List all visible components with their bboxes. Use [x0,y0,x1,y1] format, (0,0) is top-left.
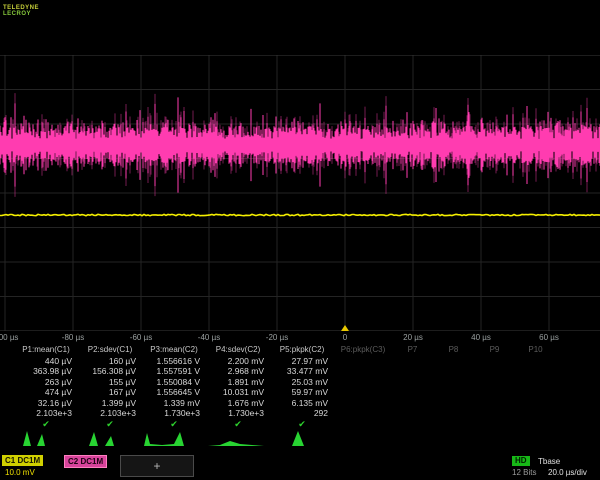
histogram-icon [80,432,136,446]
measure-cell: 1.676 mV [206,398,270,409]
time-label: -80 µs [62,333,84,342]
measure-header-p8[interactable]: P8 [433,345,474,356]
c1-trace-descriptor[interactable]: C1 DC1M [2,455,43,466]
histicon-p4[interactable] [206,429,270,449]
measure-header-p3[interactable]: P3:mean(C2) [142,345,206,356]
grid-lines [0,55,600,331]
measure-cell: 167 µV [78,387,142,398]
measure-cell: 1.730e+3 [142,408,206,419]
graticule [0,55,600,331]
add-trace-button[interactable]: + [120,455,194,477]
measure-cell: 2.103e+3 [14,408,78,419]
histicon-row [14,429,334,449]
time-label: 40 µs [471,333,491,342]
measure-header-p10[interactable]: P10 [515,345,556,356]
descriptor-bar: C1 DC1M 10.0 mV C2 DC1M + HD Tbase 12 Bi… [0,455,600,480]
measure-cell: 27.97 mV [270,356,334,367]
c1-waveform[interactable] [0,214,600,215]
measure-row-min: 263 µV 155 µV 1.550084 V 1.891 mV 25.03 … [0,377,600,388]
measurement-table: P1:mean(C1) P2:sdev(C1) P3:mean(C2) P4:s… [0,345,600,429]
status-check-icon: ✔ [78,419,142,430]
measure-row-value: 440 µV 160 µV 1.556616 V 2.200 mV 27.97 … [0,356,600,367]
timebase-descriptor[interactable]: Tbase [538,457,560,466]
histicon-p5[interactable] [270,429,334,449]
time-label: -60 µs [130,333,152,342]
trigger-time-marker-icon[interactable] [341,325,349,331]
measure-cell: 363.98 µV [14,366,78,377]
c2-waveform[interactable] [0,97,600,192]
measure-cell: 2.103e+3 [78,408,142,419]
measure-row-max: 474 µV 167 µV 1.556645 V 10.031 mV 59.97… [0,387,600,398]
histicon-p2[interactable] [78,429,142,449]
time-label: 60 µs [539,333,559,342]
measure-header-p9[interactable]: P9 [474,345,515,356]
graticule-area [0,55,600,331]
time-label: -100 µs [0,333,18,342]
measure-row-num: 2.103e+3 2.103e+3 1.730e+3 1.730e+3 292 [0,408,600,419]
status-check-icon: ✔ [142,419,206,430]
histogram-icon [16,431,72,446]
time-label-zero: 0 [343,333,347,342]
measure-cell: 6.135 mV [270,398,334,409]
time-label: -40 µs [198,333,220,342]
status-check-icon: ✔ [14,419,78,430]
measurement-header-row: P1:mean(C1) P2:sdev(C1) P3:mean(C2) P4:s… [0,345,600,356]
histogram-icon [208,441,264,446]
measure-cell: 263 µV [14,377,78,388]
time-axis: -100 µs -80 µs -60 µs -40 µs -20 µs 0 20… [0,333,600,344]
vendor-logo-line2: LECROY [3,11,39,17]
status-check-icon: ✔ [206,419,270,430]
measure-cell: 32.16 µV [14,398,78,409]
measure-row-status: ✔ ✔ ✔ ✔ ✔ [0,419,600,430]
measure-cell: 33.477 mV [270,366,334,377]
measure-header-p2[interactable]: P2:sdev(C1) [78,345,142,356]
time-label: -20 µs [266,333,288,342]
measure-row-sdev: 32.16 µV 1.399 µV 1.339 mV 1.676 mV 6.13… [0,398,600,409]
measure-cell: 292 [270,408,334,419]
measure-cell: 25.03 mV [270,377,334,388]
c2-trace-descriptor[interactable]: C2 DC1M [64,455,107,468]
oscilloscope-screen: TELEDYNE LECROY -100 µs -80 µs -60 µs -4… [0,0,600,480]
measure-header-p4[interactable]: P4:sdev(C2) [206,345,270,356]
measure-cell: 2.968 mV [206,366,270,377]
histogram-icon [272,431,328,446]
histicon-p1[interactable] [14,429,78,449]
measure-cell: 2.200 mV [206,356,270,367]
measure-cell: 1.730e+3 [206,408,270,419]
measure-cell: 156.308 µV [78,366,142,377]
histicon-p3[interactable] [142,429,206,449]
status-check-icon: ✔ [270,419,334,430]
measure-cell: 1.550084 V [142,377,206,388]
measure-header-p7[interactable]: P7 [392,345,433,356]
histogram-icon [144,432,200,446]
measure-cell: 1.557591 V [142,366,206,377]
measure-cell: 1.556645 V [142,387,206,398]
measure-header-p1[interactable]: P1:mean(C1) [14,345,78,356]
measure-row-mean: 363.98 µV 156.308 µV 1.557591 V 2.968 mV… [0,366,600,377]
measure-cell: 474 µV [14,387,78,398]
hd-bits-label: 12 Bits [512,468,536,477]
measure-cell: 1.399 µV [78,398,142,409]
measure-cell: 1.556616 V [142,356,206,367]
measure-header-p6[interactable]: P6:pkpk(C3) [334,345,392,356]
measure-cell: 10.031 mV [206,387,270,398]
measure-cell: 155 µV [78,377,142,388]
measure-cell: 440 µV [14,356,78,367]
vendor-logo: TELEDYNE LECROY [3,5,39,17]
timebase-scale: 20.0 µs/div [548,468,587,477]
hd-mode-badge[interactable]: HD [512,456,530,466]
measure-header-p5[interactable]: P5:pkpk(C2) [270,345,334,356]
measure-cell: 160 µV [78,356,142,367]
measure-cell: 1.891 mV [206,377,270,388]
c1-vertical-scale: 10.0 mV [5,468,35,477]
measure-cell: 1.339 mV [142,398,206,409]
time-label: 20 µs [403,333,423,342]
measure-cell: 59.97 mV [270,387,334,398]
